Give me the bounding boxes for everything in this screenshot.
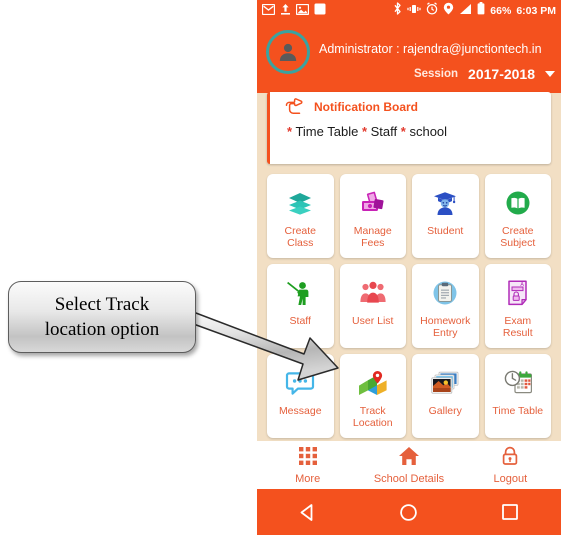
notification-item-1: Staff	[370, 124, 398, 139]
clock-label: 6:03 PM	[516, 5, 556, 17]
notification-item-0: Time Table	[295, 124, 359, 139]
user-avatar[interactable]	[266, 30, 310, 74]
report-card-icon: A	[505, 275, 531, 311]
tile-manage-fees[interactable]: Manage Fees	[339, 174, 406, 258]
battery-percent-label: 66%	[490, 5, 512, 17]
tile-label: Create Class	[284, 225, 316, 249]
book-icon	[504, 185, 532, 221]
tile-gallery[interactable]: Gallery	[412, 354, 479, 438]
calendar-clock-icon	[503, 365, 533, 401]
alarm-icon	[426, 2, 438, 20]
annotation-callout: Select Track location option	[8, 281, 196, 353]
tile-label: Student	[427, 225, 464, 237]
tile-label: Manage Fees	[353, 225, 392, 249]
phone-screen: 66% 6:03 PM Administrator : rajendra@jun…	[257, 0, 561, 535]
home-icon	[398, 446, 420, 471]
tile-label: Gallery	[428, 405, 462, 417]
tile-label: Message	[278, 405, 322, 417]
annotation-callout-text: Select Track location option	[44, 294, 160, 340]
screenshot-root: 66% 6:03 PM Administrator : rajendra@jun…	[0, 0, 561, 535]
tile-exam-result[interactable]: A Exam Result	[484, 264, 551, 348]
session-label: Session	[413, 68, 459, 80]
person-icon	[279, 43, 297, 61]
bottom-nav-school-details[interactable]: School Details	[358, 446, 459, 485]
tile-time-table[interactable]: Time Table	[484, 354, 551, 438]
app-header: Administrator : rajendra@junctiontech.in…	[257, 22, 561, 93]
notification-board-card[interactable]: Notification Board * Time Table * Staff …	[267, 92, 551, 164]
tile-label: Exam Result	[502, 315, 533, 339]
session-value: 2017-2018	[468, 66, 535, 82]
tile-label: Track Location	[352, 405, 393, 429]
graduate-icon	[431, 185, 459, 221]
status-bar-left-icons	[261, 2, 326, 20]
screenshot-icon	[295, 2, 310, 20]
battery-icon	[477, 2, 485, 20]
bottom-nav-label: Logout	[493, 472, 528, 485]
notification-item-2: school	[409, 124, 448, 139]
back-triangle-icon[interactable]	[257, 503, 358, 522]
administrator-label: Administrator : rajendra@junctiontech.in	[319, 42, 542, 56]
notification-board-body: * Time Table * Staff * school	[287, 124, 447, 139]
android-navigation-bar	[257, 489, 561, 535]
tile-label: Time Table	[492, 405, 544, 417]
chevron-down-icon[interactable]	[545, 71, 555, 77]
signal-icon	[459, 2, 472, 20]
bottom-navigation-bar: More School Details Logout	[257, 441, 561, 489]
app-icon	[314, 2, 326, 20]
recents-square-icon[interactable]	[460, 503, 561, 521]
bluetooth-icon	[393, 2, 402, 20]
pointer-arrow	[187, 309, 339, 381]
notification-board-title: Notification Board	[314, 100, 418, 114]
tile-label: Homework Entry	[420, 315, 471, 339]
bullet-star: *	[400, 124, 406, 139]
tile-create-class[interactable]: Create Class	[267, 174, 334, 258]
vibrate-icon	[407, 2, 421, 20]
svg-text:A: A	[520, 282, 524, 288]
tile-homework-entry[interactable]: Homework Entry	[412, 264, 479, 348]
bottom-nav-logout[interactable]: Logout	[460, 446, 561, 485]
pointing-hand-icon	[285, 98, 303, 120]
upload-icon	[280, 2, 291, 20]
bottom-nav-label: School Details	[373, 472, 445, 485]
bottom-nav-more[interactable]: More	[257, 446, 358, 485]
layers-icon	[286, 185, 314, 221]
tile-label: Create Subject	[500, 225, 536, 249]
money-icon	[359, 185, 387, 221]
tile-create-subject[interactable]: Create Subject	[484, 174, 551, 258]
gmail-icon	[261, 2, 276, 20]
status-bar-right-icons: 66% 6:03 PM	[393, 2, 556, 20]
bullet-star: *	[361, 124, 368, 139]
session-selector[interactable]: Session 2017-2018	[414, 66, 555, 82]
clipboard-icon	[431, 275, 459, 311]
bullet-star: *	[287, 124, 293, 139]
photos-icon	[430, 365, 460, 401]
android-status-bar: 66% 6:03 PM	[257, 0, 561, 22]
bottom-nav-label: More	[295, 472, 321, 485]
tile-student[interactable]: Student	[412, 174, 479, 258]
grid-dots-icon	[298, 446, 318, 471]
home-circle-icon[interactable]	[358, 503, 459, 522]
lock-icon	[501, 446, 519, 471]
location-icon	[443, 2, 454, 20]
